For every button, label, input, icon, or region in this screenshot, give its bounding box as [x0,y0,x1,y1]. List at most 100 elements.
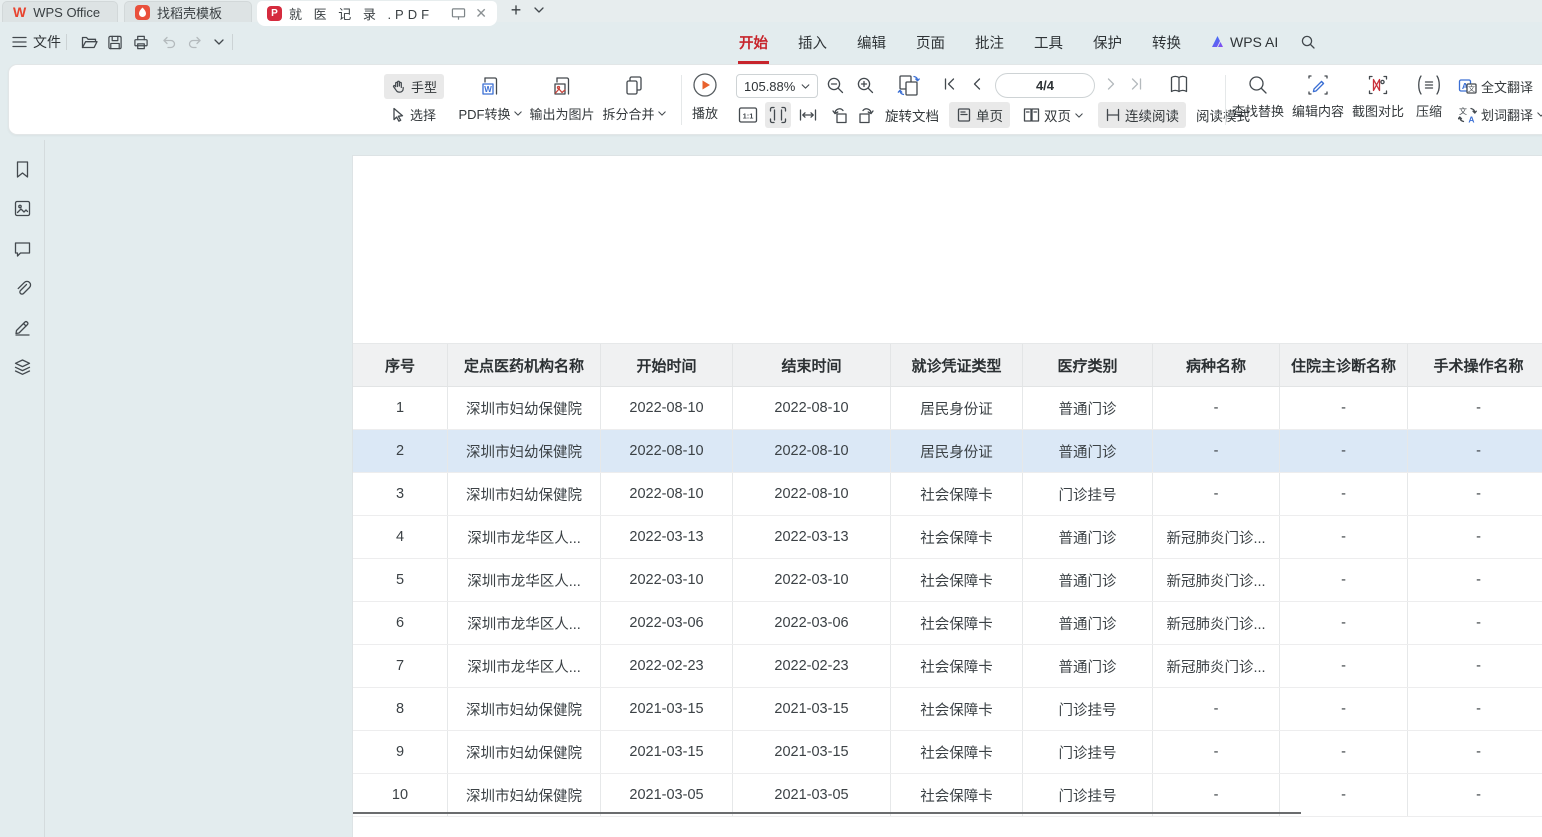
file-menu-label: 文件 [33,32,61,52]
menu-home[interactable]: 开始 [738,28,769,57]
column-header: 医疗类别 [1023,344,1153,386]
present-screen-icon[interactable] [451,7,466,21]
table-cell: - [1280,559,1408,601]
word-translate-button[interactable]: 文A 划词翻译 [1458,105,1542,124]
last-page-button[interactable] [1129,77,1143,91]
hand-tool-button[interactable]: 手型 [384,74,444,99]
single-page-icon [956,107,972,123]
chevron-down-icon [801,84,810,89]
table-cell: - [1280,602,1408,644]
attachments-panel-button[interactable] [13,279,32,298]
column-header: 手术操作名称 [1408,344,1542,386]
table-cell: 居民身份证 [891,430,1023,472]
fit-width-button[interactable] [795,102,821,128]
select-tool-button[interactable]: 选择 [384,102,443,127]
divider [232,34,233,50]
previous-page-button[interactable] [970,77,984,91]
zoom-in-button[interactable] [856,76,875,95]
svg-text:文: 文 [1468,84,1475,93]
bookmarks-panel-button[interactable] [13,160,32,179]
table-row: 2深圳市妇幼保健院2022-08-102022-08-10居民身份证普通门诊--… [353,430,1542,473]
edit-content-button[interactable]: 编辑内容 [1290,74,1346,120]
layers-panel-button[interactable] [13,358,32,377]
menu-page[interactable]: 页面 [915,28,946,57]
rotate-right-button[interactable] [853,102,879,128]
single-page-button[interactable]: 单页 [949,102,1010,128]
undo-button[interactable] [156,22,182,62]
table-cell: - [1280,645,1408,687]
menu-insert[interactable]: 插入 [797,28,828,57]
table-cell: 2021-03-15 [601,731,733,773]
play-button[interactable]: 播放 [689,72,721,122]
comments-panel-button[interactable] [13,240,32,259]
menu-convert[interactable]: 转换 [1151,28,1182,57]
tab-document-pdf[interactable]: P 就 医 记 录 .PDF ✕ [257,1,497,26]
table-cell: 社会保障卡 [891,473,1023,515]
tab-close-icon[interactable]: ✕ [475,5,487,22]
wps-ai-button[interactable]: WPS AI [1210,34,1278,50]
layers-icon [13,358,32,377]
tab-docer-templates[interactable]: 找稻壳模板 [124,1,252,22]
split-merge-label: 拆分合并 [602,104,654,123]
table-cell: 2022-08-10 [601,430,733,472]
actual-size-button[interactable]: 1:1 [735,102,761,128]
chevron-down-icon [514,111,522,116]
menu-tools[interactable]: 工具 [1033,28,1064,57]
menu-edit[interactable]: 编辑 [856,28,887,57]
rotate-left-button[interactable] [827,102,853,128]
quick-access-chevron[interactable] [206,22,232,62]
find-replace-button[interactable]: 查找替换 [1230,74,1286,120]
play-label: 播放 [692,103,718,122]
export-image-button[interactable]: 输出为图片 [527,73,597,123]
table-row: 4深圳市龙华区人...2022-03-132022-03-13社会保障卡普通门诊… [353,516,1542,559]
screenshot-compare-button[interactable]: 截图对比 [1350,74,1406,120]
zoom-out-button[interactable] [826,76,845,95]
file-menu-button[interactable]: 文件 [12,22,61,62]
thumbnails-panel-button[interactable] [13,199,32,218]
first-page-button[interactable] [943,77,957,91]
double-page-button[interactable]: 双页 [1016,102,1090,128]
table-cell: 社会保障卡 [891,731,1023,773]
next-page-button[interactable] [1104,77,1118,91]
open-book-icon [1166,73,1192,97]
tab-list-chevron-icon[interactable] [534,7,544,13]
rotate-document-label[interactable]: 旋转文档 [885,105,939,125]
search-icon [1300,34,1316,50]
menu-protect[interactable]: 保护 [1092,28,1123,57]
split-merge-button[interactable]: 拆分合并 [601,73,667,123]
table-cell: 2022-03-06 [733,602,891,644]
signature-panel-button[interactable] [13,318,32,337]
tab-wps-office[interactable]: W WPS Office [2,1,118,22]
pdf-page[interactable]: 序号定点医药机构名称开始时间结束时间就诊凭证类型医疗类别病种名称住院主诊断名称手… [352,155,1542,837]
fit-page-button[interactable] [765,102,791,128]
table-cell: 2021-03-15 [733,731,891,773]
rotate-ccw-icon [830,105,850,125]
continuous-reading-button[interactable]: 连续阅读 [1098,102,1186,128]
full-text-translate-button[interactable]: A文 全文翻译 [1458,77,1533,96]
undo-icon [161,35,177,49]
zoom-level-select[interactable]: 105.88% [736,74,818,98]
table-cell: 2021-03-05 [601,774,733,816]
pdf-convert-button[interactable]: W PDF转换 [457,73,523,123]
page-number-input[interactable]: 4/4 [995,73,1095,98]
menu-annotate[interactable]: 批注 [974,28,1005,57]
replace-pages-button[interactable] [895,72,923,99]
print-button[interactable] [128,22,154,62]
compress-button[interactable]: 压缩 [1410,74,1448,120]
table-cell: 8 [353,688,448,730]
open-file-button[interactable] [76,22,102,62]
save-button[interactable] [102,22,128,62]
tab-label: WPS Office [33,5,100,20]
table-row: 6深圳市龙华区人...2022-03-062022-03-06社会保障卡普通门诊… [353,602,1542,645]
read-mode-icon-button[interactable] [1166,73,1192,97]
left-panel-rail [0,140,45,837]
paperclip-icon [13,279,32,298]
column-header: 定点医药机构名称 [448,344,601,386]
table-bottom-border [353,812,1301,814]
new-tab-button[interactable]: + [505,0,527,21]
first-page-icon [943,77,957,91]
redo-button[interactable] [182,22,208,62]
folder-open-icon [81,35,98,50]
table-cell: 社会保障卡 [891,688,1023,730]
menubar-search-button[interactable] [1300,34,1316,50]
